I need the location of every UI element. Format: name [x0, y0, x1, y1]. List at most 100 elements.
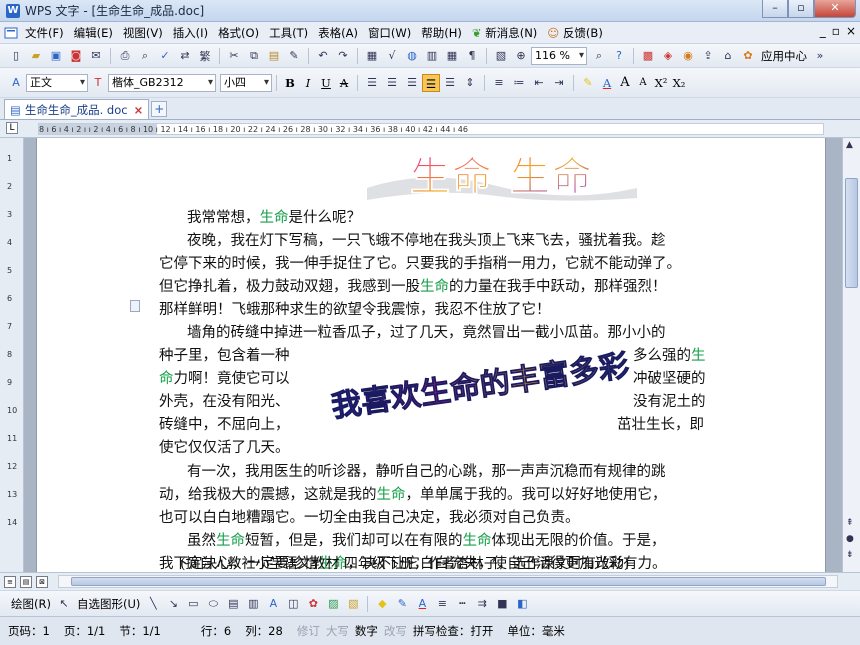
indent-decrease-icon[interactable]: ⇤: [531, 75, 547, 91]
align-right-icon[interactable]: ☰: [404, 75, 420, 91]
horizontal-ruler[interactable]: L 8 ı 6 ı 4 ı 2 ı ı 2 ı 4 ı 6 ı 8 ı 10 ı…: [0, 120, 860, 138]
document-map-icon[interactable]: ▧: [493, 48, 509, 64]
wordart-icon[interactable]: A: [265, 596, 281, 612]
bold-button[interactable]: B: [281, 74, 299, 92]
font-combo[interactable]: 楷体_GB2312: [108, 73, 216, 92]
font-icon[interactable]: T: [90, 75, 106, 91]
status-spellcheck[interactable]: 拼写检查：打开: [413, 623, 494, 639]
menu-insert[interactable]: 插入(I): [168, 23, 213, 43]
justify-button[interactable]: ☰: [422, 73, 440, 92]
menu-view[interactable]: 视图(V): [118, 23, 168, 43]
diagram-icon[interactable]: ◫: [285, 596, 301, 612]
horizontal-scrollbar[interactable]: [58, 575, 838, 588]
zoom-icon[interactable]: ⊕: [513, 48, 529, 64]
tab-document[interactable]: ▤ 生命生命_成品. doc ×: [4, 99, 150, 119]
copy-icon[interactable]: ⧉: [246, 48, 262, 64]
middle-wordart[interactable]: 我喜欢生命的丰富多彩: [330, 350, 630, 420]
picture-file-icon[interactable]: ▧: [345, 596, 361, 612]
redo-icon[interactable]: ↷: [335, 48, 351, 64]
title-wordart[interactable]: 生命 生命: [357, 148, 647, 208]
clipart-icon[interactable]: ✿: [305, 596, 321, 612]
vertical-scrollbar[interactable]: ▲ ⇞ ● ⇟: [842, 138, 860, 572]
dash-style-icon[interactable]: ┅: [454, 596, 470, 612]
grow-font-button[interactable]: A: [616, 74, 634, 92]
italic-button[interactable]: I: [299, 74, 317, 92]
formula-icon[interactable]: √: [384, 48, 400, 64]
vertical-textbox-icon[interactable]: ▥: [245, 596, 261, 612]
line-spacing-icon[interactable]: ⇕: [462, 75, 478, 91]
tab-stop-selector[interactable]: L: [6, 122, 18, 134]
line-icon[interactable]: ╲: [145, 596, 161, 612]
document-body[interactable]: 生命 生命 我常常想，生命是什么呢？ 夜晚，我在灯下写稿，一只飞蛾不停地在我头顶…: [37, 138, 827, 572]
save-icon[interactable]: ▣: [48, 48, 64, 64]
home-icon[interactable]: ⌂: [720, 48, 736, 64]
page-view-icon[interactable]: ▤: [20, 575, 32, 588]
draw-font-color-icon[interactable]: A: [414, 596, 430, 612]
select-objects-icon[interactable]: ↖: [56, 596, 72, 612]
normal-view-icon[interactable]: ≡: [4, 575, 16, 588]
line-color-icon[interactable]: ✎: [394, 596, 410, 612]
format-painter-icon[interactable]: ✎: [286, 48, 302, 64]
vertical-ruler[interactable]: 1 2 3 4 5 6 7 8 9 10 11 12 13 14: [0, 138, 24, 572]
draw-menu-button[interactable]: 绘图(R): [11, 596, 51, 612]
print-preview-icon[interactable]: ⌕: [137, 48, 153, 64]
grid-icon[interactable]: ▦: [444, 48, 460, 64]
font-size-combo[interactable]: 小四: [220, 73, 272, 92]
previous-page-icon[interactable]: ⇞: [846, 518, 854, 528]
templates-icon[interactable]: ▩: [640, 48, 656, 64]
help-icon[interactable]: ?: [611, 48, 627, 64]
menu-tools[interactable]: 工具(T): [264, 23, 313, 43]
autoshapes-button[interactable]: 自选图形(U): [77, 596, 140, 612]
undo-icon[interactable]: ↶: [315, 48, 331, 64]
status-revision[interactable]: 修订: [297, 623, 320, 639]
indent-increase-icon[interactable]: ⇥: [551, 75, 567, 91]
status-caps[interactable]: 大写: [326, 623, 349, 639]
cut-icon[interactable]: ✂: [226, 48, 242, 64]
online-icon[interactable]: ◉: [680, 48, 696, 64]
scroll-up-icon[interactable]: ▲: [846, 140, 853, 150]
paragraph-icon[interactable]: ¶: [464, 48, 480, 64]
next-page-icon[interactable]: ⇟: [846, 550, 854, 560]
font-color-button[interactable]: A: [598, 74, 616, 92]
chart-icon[interactable]: ◍: [404, 48, 420, 64]
menu-edit[interactable]: 编辑(E): [69, 23, 118, 43]
arrow-icon[interactable]: ↘: [165, 596, 181, 612]
scrollbar-thumb[interactable]: [845, 178, 858, 288]
find-icon[interactable]: ⌕: [591, 48, 607, 64]
select-browse-icon[interactable]: ●: [846, 534, 854, 544]
status-overwrite[interactable]: 改写: [384, 623, 407, 639]
close-button[interactable]: ✕: [814, 0, 856, 18]
numbering-icon[interactable]: ≡: [491, 75, 507, 91]
superscript-button[interactable]: X²: [652, 74, 670, 92]
shrink-font-button[interactable]: A: [634, 74, 652, 92]
menu-format[interactable]: 格式(O): [213, 23, 264, 43]
menu-help[interactable]: 帮助(H): [416, 23, 467, 43]
app-center-button[interactable]: 应用中心: [761, 48, 807, 64]
underline-button[interactable]: U: [317, 74, 335, 92]
styles-icon[interactable]: A: [8, 75, 24, 91]
menu-new-messages[interactable]: ❦ 新消息(N): [467, 23, 542, 43]
columns-icon[interactable]: ▥: [424, 48, 440, 64]
doc-restore-button[interactable]: ▫: [832, 24, 840, 38]
table-icon[interactable]: ▦: [364, 48, 380, 64]
document-page[interactable]: 生命 生命 我常常想，生命是什么呢？ 夜晚，我在灯下写稿，一只飞蛾不停地在我头顶…: [36, 138, 826, 572]
line-style-icon[interactable]: ≡: [434, 596, 450, 612]
shadow-icon[interactable]: ■: [494, 596, 510, 612]
export-pdf-icon[interactable]: ◙: [68, 48, 84, 64]
picture-icon[interactable]: ▨: [325, 596, 341, 612]
maximize-button[interactable]: ▫: [788, 0, 814, 18]
menu-table[interactable]: 表格(A): [313, 23, 363, 43]
backup-icon[interactable]: ◈: [660, 48, 676, 64]
new-tab-button[interactable]: +: [151, 101, 168, 117]
menu-file[interactable]: 文件(F): [20, 23, 69, 43]
paste-icon[interactable]: ▤: [266, 48, 282, 64]
subscript-button[interactable]: X₂: [670, 74, 688, 92]
3d-icon[interactable]: ◧: [514, 596, 530, 612]
print-icon[interactable]: ⎙: [117, 48, 133, 64]
arrows-icon[interactable]: ⇄: [177, 48, 193, 64]
hscroll-thumb[interactable]: [71, 577, 826, 586]
status-unit[interactable]: 单位：毫米: [507, 623, 565, 639]
share-icon[interactable]: ⇪: [700, 48, 716, 64]
bullets-icon[interactable]: ≔: [511, 75, 527, 91]
spell-check-icon[interactable]: ✓: [157, 48, 173, 64]
